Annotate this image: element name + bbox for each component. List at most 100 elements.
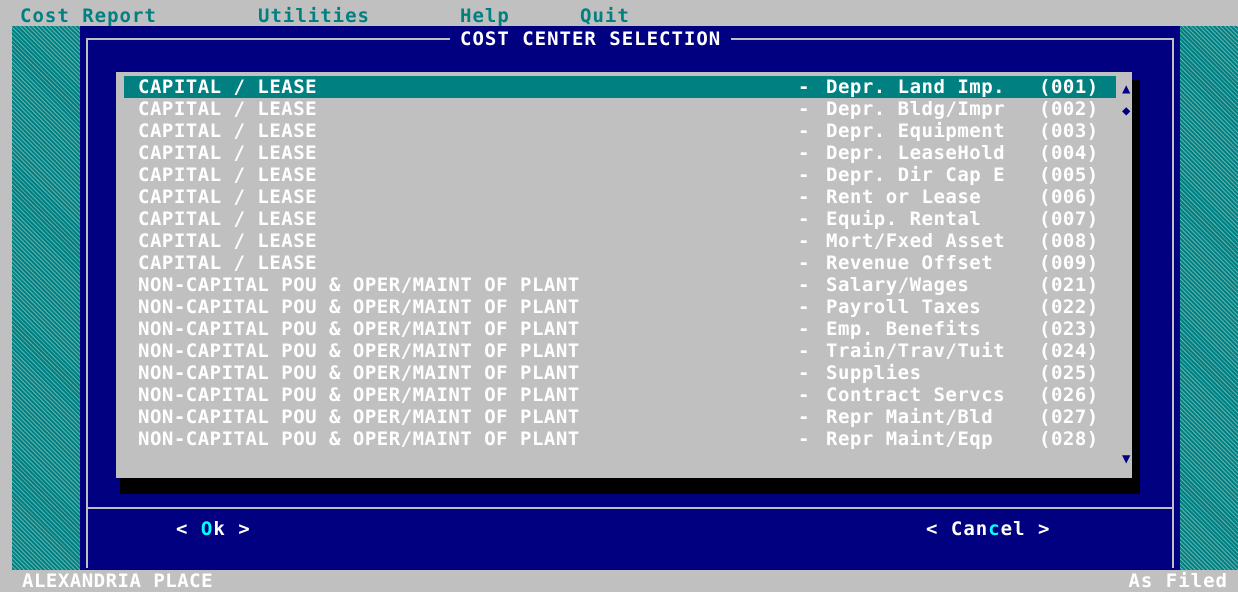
facility-name: ALEXANDRIA PLACE bbox=[22, 570, 214, 592]
menu-help[interactable]: Help bbox=[460, 7, 510, 26]
list-item-separator: - bbox=[798, 274, 810, 296]
list-item[interactable]: CAPITAL / LEASE - Revenue Offset (009) bbox=[124, 252, 1116, 274]
list-item-code: (005) bbox=[1039, 164, 1099, 186]
list-item-separator: - bbox=[798, 186, 810, 208]
list-item-description: Rent or Lease bbox=[826, 186, 982, 208]
list-item-description: Equip. Rental bbox=[826, 208, 982, 230]
list-item-description: Supplies bbox=[826, 362, 922, 384]
list-item-code: (022) bbox=[1039, 296, 1099, 318]
list-item-separator: - bbox=[798, 362, 810, 384]
ok-button[interactable]: < Ok > bbox=[176, 518, 251, 540]
menu-cost-report[interactable]: Cost Report bbox=[20, 7, 157, 26]
list-item-category: NON-CAPITAL POU & OPER/MAINT OF PLANT bbox=[138, 406, 580, 428]
list-item-category: CAPITAL / LEASE bbox=[138, 230, 318, 252]
list-item-separator: - bbox=[798, 230, 810, 252]
list-item-description: Repr Maint/Bld bbox=[826, 406, 994, 428]
list-item-code: (028) bbox=[1039, 428, 1099, 450]
cost-center-list[interactable]: CAPITAL / LEASE - Depr. Land Imp. (001) CAPI… bbox=[116, 72, 1132, 478]
list-item-separator: - bbox=[798, 120, 810, 142]
ok-open-bracket: < bbox=[176, 518, 201, 540]
list-item[interactable]: NON-CAPITAL POU & OPER/MAINT OF PLANT - Re… bbox=[124, 428, 1116, 450]
left-border-strip bbox=[0, 8, 12, 592]
list-item-category: NON-CAPITAL POU & OPER/MAINT OF PLANT bbox=[138, 428, 580, 450]
report-status: As Filed bbox=[1128, 570, 1228, 592]
cancel-close-bracket: > bbox=[1025, 518, 1051, 540]
list-item-code: (025) bbox=[1039, 362, 1099, 384]
list-item[interactable]: NON-CAPITAL POU & OPER/MAINT OF PLANT - Tr… bbox=[124, 340, 1116, 362]
ok-hotkey: O bbox=[200, 518, 214, 540]
list-item-category: CAPITAL / LEASE bbox=[138, 120, 318, 142]
list-item-separator: - bbox=[798, 296, 810, 318]
list-item-category: NON-CAPITAL POU & OPER/MAINT OF PLANT bbox=[138, 340, 580, 362]
list-item-separator: - bbox=[798, 208, 810, 230]
list-item-code: (004) bbox=[1039, 142, 1099, 164]
list-item[interactable]: CAPITAL / LEASE - Depr. Dir Cap E (005) bbox=[124, 164, 1116, 186]
list-item[interactable]: NON-CAPITAL POU & OPER/MAINT OF PLANT - Pa… bbox=[124, 296, 1116, 318]
cancel-label-pre: Can bbox=[950, 518, 989, 540]
ok-close-bracket: > bbox=[225, 518, 251, 540]
menu-bar: Cost Report Utilities Help Quit bbox=[12, 7, 1238, 26]
list-item[interactable]: NON-CAPITAL POU & OPER/MAINT OF PLANT - Sa… bbox=[124, 274, 1116, 296]
list-item[interactable]: NON-CAPITAL POU & OPER/MAINT OF PLANT - Re… bbox=[124, 406, 1116, 428]
list-item-category: NON-CAPITAL POU & OPER/MAINT OF PLANT bbox=[138, 296, 580, 318]
list-item-code: (024) bbox=[1039, 340, 1099, 362]
list-item[interactable]: CAPITAL / LEASE - Depr. Equipment (003) bbox=[124, 120, 1116, 142]
list-item-separator: - bbox=[798, 76, 810, 98]
list-item-category: NON-CAPITAL POU & OPER/MAINT OF PLANT bbox=[138, 384, 580, 406]
menu-utilities[interactable]: Utilities bbox=[258, 7, 370, 26]
list-item-separator: - bbox=[798, 252, 810, 274]
list-item[interactable]: CAPITAL / LEASE - Equip. Rental (007) bbox=[124, 208, 1116, 230]
list-item-code: (026) bbox=[1039, 384, 1099, 406]
list-item[interactable]: CAPITAL / LEASE - Depr. LeaseHold (004) bbox=[124, 142, 1116, 164]
list-item-separator: - bbox=[798, 98, 810, 120]
cost-center-selection-dialog: COST CENTER SELECTION CAPITAL / LEASE - De… bbox=[80, 26, 1180, 570]
scroll-down-arrow-icon[interactable]: ▼ bbox=[1122, 452, 1130, 466]
list-item-category: NON-CAPITAL POU & OPER/MAINT OF PLANT bbox=[138, 274, 580, 296]
list-item-description: Contract Servcs bbox=[826, 384, 1006, 406]
list-item-description: Depr. Land Imp. bbox=[826, 76, 1006, 98]
list-item-category: CAPITAL / LEASE bbox=[138, 142, 318, 164]
list-item[interactable]: CAPITAL / LEASE - Mort/Fxed Asset (008) bbox=[124, 230, 1116, 252]
list-item-description: Depr. Equipment bbox=[826, 120, 1006, 142]
list-item-description: Train/Trav/Tuit bbox=[826, 340, 1006, 362]
list-item-code: (007) bbox=[1039, 208, 1099, 230]
list-item-code: (023) bbox=[1039, 318, 1099, 340]
list-item-separator: - bbox=[798, 428, 810, 450]
cancel-button[interactable]: < Cancel > bbox=[926, 518, 1050, 540]
list-item-description: Payroll Taxes bbox=[826, 296, 982, 318]
list-item-separator: - bbox=[798, 142, 810, 164]
list-item-description: Mort/Fxed Asset bbox=[826, 230, 1006, 252]
list-item-description: Depr. Dir Cap E bbox=[826, 164, 1006, 186]
list-item[interactable]: CAPITAL / LEASE - Rent or Lease (006) bbox=[124, 186, 1116, 208]
list-scrollbar[interactable]: ▲ ◆ ▼ bbox=[1122, 72, 1132, 478]
frame-left-border bbox=[86, 38, 88, 568]
list-item[interactable]: NON-CAPITAL POU & OPER/MAINT OF PLANT - Su… bbox=[124, 362, 1116, 384]
list-item[interactable]: NON-CAPITAL POU & OPER/MAINT OF PLANT - Em… bbox=[124, 318, 1116, 340]
list-item-description: Depr. Bldg/Impr bbox=[826, 98, 1006, 120]
scroll-thumb-icon[interactable]: ◆ bbox=[1122, 104, 1130, 118]
list-item-code: (001) bbox=[1039, 76, 1099, 98]
cancel-label-rest: el bbox=[1000, 518, 1026, 540]
list-item-separator: - bbox=[798, 406, 810, 428]
list-item[interactable]: CAPITAL / LEASE - Depr. Bldg/Impr (002) bbox=[124, 98, 1116, 120]
list-item-code: (003) bbox=[1039, 120, 1099, 142]
menu-quit[interactable]: Quit bbox=[580, 7, 630, 26]
button-area-divider bbox=[88, 507, 1172, 509]
list-item-code: (008) bbox=[1039, 230, 1099, 252]
list-item-code: (002) bbox=[1039, 98, 1099, 120]
frame-right-border bbox=[1172, 38, 1174, 568]
list-item-separator: - bbox=[798, 318, 810, 340]
list-item-category: CAPITAL / LEASE bbox=[138, 164, 318, 186]
list-item-code: (006) bbox=[1039, 186, 1099, 208]
list-item-category: CAPITAL / LEASE bbox=[138, 76, 318, 98]
list-item-code: (009) bbox=[1039, 252, 1099, 274]
cancel-open-bracket: < bbox=[926, 518, 951, 540]
list-item-code: (021) bbox=[1039, 274, 1099, 296]
list-item-category: CAPITAL / LEASE bbox=[138, 252, 318, 274]
scroll-up-arrow-icon[interactable]: ▲ bbox=[1122, 82, 1130, 96]
list-item-description: Revenue Offset bbox=[826, 252, 994, 274]
list-item-separator: - bbox=[798, 164, 810, 186]
ok-label-rest: k bbox=[213, 518, 226, 540]
list-item[interactable]: CAPITAL / LEASE - Depr. Land Imp. (001) bbox=[124, 76, 1116, 98]
list-item[interactable]: NON-CAPITAL POU & OPER/MAINT OF PLANT - Co… bbox=[124, 384, 1116, 406]
